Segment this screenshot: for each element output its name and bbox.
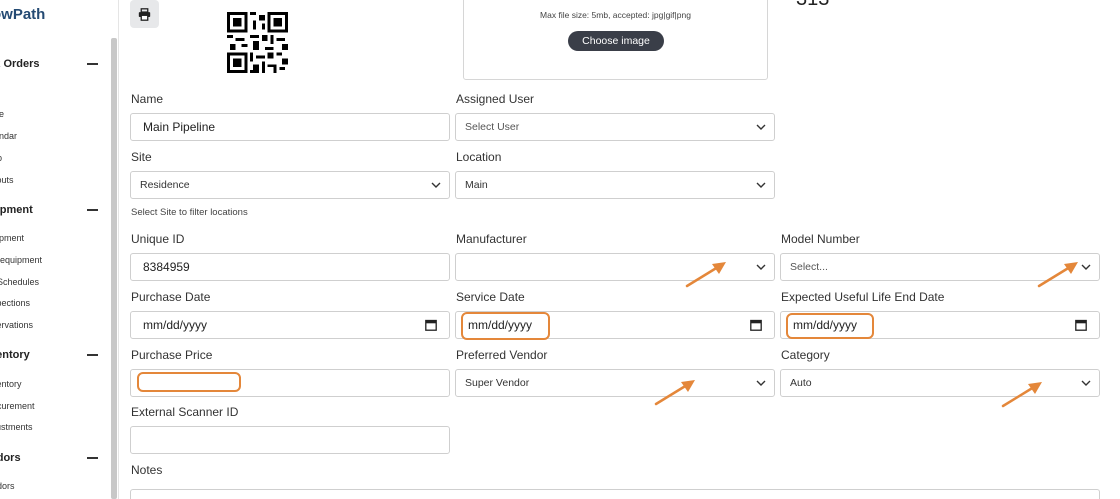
sidebar-section-equipment[interactable]: uipment <box>0 204 33 216</box>
assigned-user-label: Assigned User <box>456 92 535 106</box>
sidebar-item-table[interactable]: ble <box>0 109 4 119</box>
model-number-placeholder: Select... <box>790 261 828 273</box>
sidebar-item-inspections[interactable]: spections <box>0 298 30 308</box>
sidebar-section-inventory[interactable]: ventory <box>0 349 30 361</box>
chevron-down-icon <box>756 182 766 188</box>
manufacturer-label: Manufacturer <box>456 232 527 246</box>
useful-life-end-label: Expected Useful Life End Date <box>781 290 945 304</box>
collapse-equipment-icon[interactable] <box>87 209 98 211</box>
location-value: Main <box>465 179 488 191</box>
location-label: Location <box>456 150 502 164</box>
qr-code-image <box>227 12 288 73</box>
annotation-highlight-useful-life-date <box>786 313 874 339</box>
preferred-vendor-value: Super Vendor <box>465 377 530 389</box>
assigned-user-placeholder: Select User <box>465 121 520 133</box>
site-label: Site <box>131 150 152 164</box>
unique-id-value: 8384959 <box>143 260 190 274</box>
model-number-label: Model Number <box>781 232 860 246</box>
calendar-icon[interactable] <box>1075 319 1087 331</box>
choose-image-button[interactable]: Choose image <box>568 31 664 51</box>
sidebar-item-equipment[interactable]: uipment <box>0 233 24 243</box>
print-button[interactable] <box>130 0 159 28</box>
assigned-user-select[interactable]: Select User <box>455 113 775 141</box>
annotation-arrow-icon <box>654 380 695 406</box>
asset-number: 313 <box>796 0 829 11</box>
chevron-down-icon <box>756 264 766 270</box>
sidebar-item-observations[interactable]: servations <box>0 320 33 330</box>
sidebar-item-layouts[interactable]: youts <box>0 175 14 185</box>
calendar-icon[interactable] <box>425 319 437 331</box>
annotation-highlight-purchase-price <box>137 372 241 392</box>
chevron-down-icon <box>1081 380 1091 386</box>
notes-textarea[interactable] <box>130 489 1100 499</box>
collapse-work-orders-icon[interactable] <box>87 63 98 65</box>
annotation-arrow-icon <box>1037 262 1078 288</box>
chevron-down-icon <box>756 124 766 130</box>
purchase-date-input[interactable]: mm/dd/yyyy <box>130 311 450 339</box>
site-value: Residence <box>140 179 190 191</box>
purchase-date-label: Purchase Date <box>131 290 211 304</box>
category-select[interactable]: Auto <box>780 369 1100 397</box>
unique-id-label: Unique ID <box>131 232 185 246</box>
unique-id-input[interactable]: 8384959 <box>130 253 450 281</box>
sidebar: owPath rk Orders st ble lendar ap youts … <box>0 0 118 499</box>
sidebar-item-adjustments[interactable]: ljustments <box>0 422 33 432</box>
image-upload-dropzone[interactable]: Max file size: 5mb, accepted: jpg|gif|pn… <box>463 0 768 80</box>
external-scanner-id-label: External Scanner ID <box>131 405 239 419</box>
collapse-vendors-icon[interactable] <box>87 457 98 459</box>
chevron-down-icon <box>431 182 441 188</box>
preferred-vendor-label: Preferred Vendor <box>456 348 548 362</box>
sidebar-item-sub-equipment[interactable]: b-equipment <box>0 255 42 265</box>
location-select[interactable]: Main <box>455 171 775 199</box>
annotation-highlight-service-date <box>461 312 550 340</box>
sidebar-divider <box>118 0 119 499</box>
sidebar-section-work-orders[interactable]: rk Orders <box>0 58 40 70</box>
name-input[interactable]: Main Pipeline <box>130 113 450 141</box>
external-scanner-id-input[interactable] <box>130 426 450 454</box>
notes-label: Notes <box>131 463 163 477</box>
purchase-price-label: Purchase Price <box>131 348 213 362</box>
site-help-text: Select Site to filter locations <box>131 207 248 218</box>
site-select[interactable]: Residence <box>130 171 450 199</box>
brand-logo-text[interactable]: owPath <box>0 6 45 23</box>
sidebar-item-vendors[interactable]: ndors <box>0 481 15 491</box>
printer-icon <box>138 7 151 21</box>
service-date-label: Service Date <box>456 290 525 304</box>
purchase-date-value: mm/dd/yyyy <box>143 318 208 332</box>
sidebar-scrollbar[interactable] <box>111 38 117 499</box>
annotation-arrow-icon <box>685 262 726 288</box>
preferred-vendor-select[interactable]: Super Vendor <box>455 369 775 397</box>
sidebar-item-inventory[interactable]: ventory <box>0 379 22 389</box>
name-label: Name <box>131 92 164 106</box>
sidebar-item-procurement[interactable]: ocurement <box>0 401 35 411</box>
sidebar-section-vendors[interactable]: ndors <box>0 452 21 464</box>
name-value: Main Pipeline <box>143 120 216 134</box>
chevron-down-icon <box>756 380 766 386</box>
sidebar-item-map[interactable]: ap <box>0 153 2 163</box>
sidebar-item-calendar[interactable]: lendar <box>0 131 17 141</box>
category-label: Category <box>781 348 830 362</box>
annotation-arrow-icon <box>1001 382 1042 408</box>
upload-file-limits: Max file size: 5mb, accepted: jpg|gif|pn… <box>540 10 691 20</box>
calendar-icon[interactable] <box>750 319 762 331</box>
sidebar-item-pm-schedules[interactable]: I Schedules <box>0 277 39 287</box>
category-value: Auto <box>790 377 812 389</box>
collapse-inventory-icon[interactable] <box>87 354 98 356</box>
chevron-down-icon <box>1081 264 1091 270</box>
